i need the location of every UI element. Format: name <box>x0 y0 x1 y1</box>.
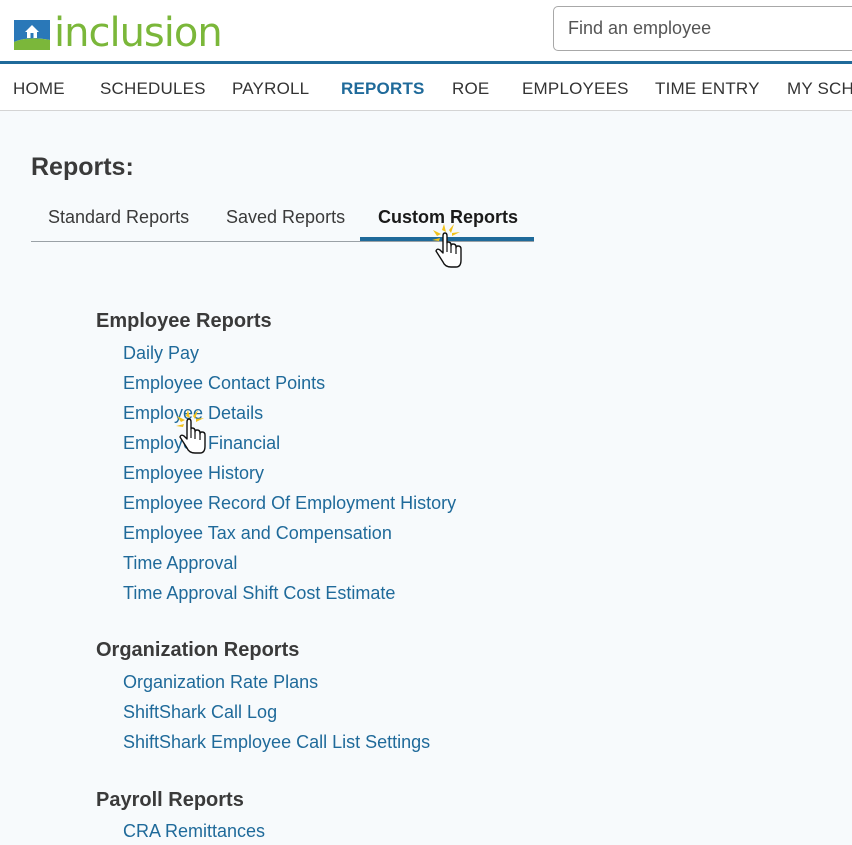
tab-standard-reports[interactable]: Standard Reports <box>48 207 189 228</box>
nav-item-payroll[interactable]: PAYROLL <box>232 67 309 110</box>
report-link-employee-financial[interactable]: Employee Financial <box>123 433 280 454</box>
main-content: Reports: Standard Reports Saved Reports … <box>0 111 852 845</box>
report-link-employee-contact-points[interactable]: Employee Contact Points <box>123 373 325 394</box>
report-link-shiftshark-call-log[interactable]: ShiftShark Call Log <box>123 702 277 723</box>
inclusion-logo[interactable]: inclusion <box>12 6 242 58</box>
nav-item-employees[interactable]: EMPLOYEES <box>522 67 629 110</box>
report-link-employee-roe-history[interactable]: Employee Record Of Employment History <box>123 493 456 514</box>
tab-saved-reports[interactable]: Saved Reports <box>226 207 345 228</box>
employee-search-input[interactable] <box>553 6 852 51</box>
section-heading-payroll-reports: Payroll Reports <box>96 789 244 811</box>
report-link-employee-tax-compensation[interactable]: Employee Tax and Compensation <box>123 523 392 544</box>
page-title: Reports: <box>31 153 134 181</box>
active-tab-indicator <box>360 237 534 241</box>
report-link-cra-remittances[interactable]: CRA Remittances <box>123 821 265 842</box>
nav-item-time-entry[interactable]: TIME ENTRY <box>655 67 760 110</box>
nav-item-home[interactable]: HOME <box>13 67 65 110</box>
section-heading-organization-reports: Organization Reports <box>96 639 300 661</box>
report-link-time-approval[interactable]: Time Approval <box>123 553 237 574</box>
report-link-organization-rate-plans[interactable]: Organization Rate Plans <box>123 672 318 693</box>
report-link-shiftshark-call-list-settings[interactable]: ShiftShark Employee Call List Settings <box>123 732 430 753</box>
nav-item-schedules[interactable]: SCHEDULES <box>100 67 206 110</box>
section-heading-employee-reports: Employee Reports <box>96 310 272 332</box>
nav-item-roe[interactable]: ROE <box>452 67 489 110</box>
nav-item-reports[interactable]: REPORTS <box>341 67 425 110</box>
report-link-employee-details[interactable]: Employee Details <box>123 403 263 424</box>
nav-item-my-schedule[interactable]: MY SCH <box>787 67 852 110</box>
app-header: inclusion <box>0 0 852 64</box>
report-link-daily-pay[interactable]: Daily Pay <box>123 343 199 364</box>
report-link-employee-history[interactable]: Employee History <box>123 463 264 484</box>
main-nav: HOME SCHEDULES PAYROLL REPORTS ROE EMPLO… <box>0 67 852 111</box>
house-logo-icon <box>12 12 52 52</box>
report-link-time-approval-shift-cost[interactable]: Time Approval Shift Cost Estimate <box>123 583 395 604</box>
logo-wordmark: inclusion <box>54 10 223 56</box>
report-tabs: Standard Reports Saved Reports Custom Re… <box>31 197 534 242</box>
tab-custom-reports[interactable]: Custom Reports <box>378 207 518 228</box>
